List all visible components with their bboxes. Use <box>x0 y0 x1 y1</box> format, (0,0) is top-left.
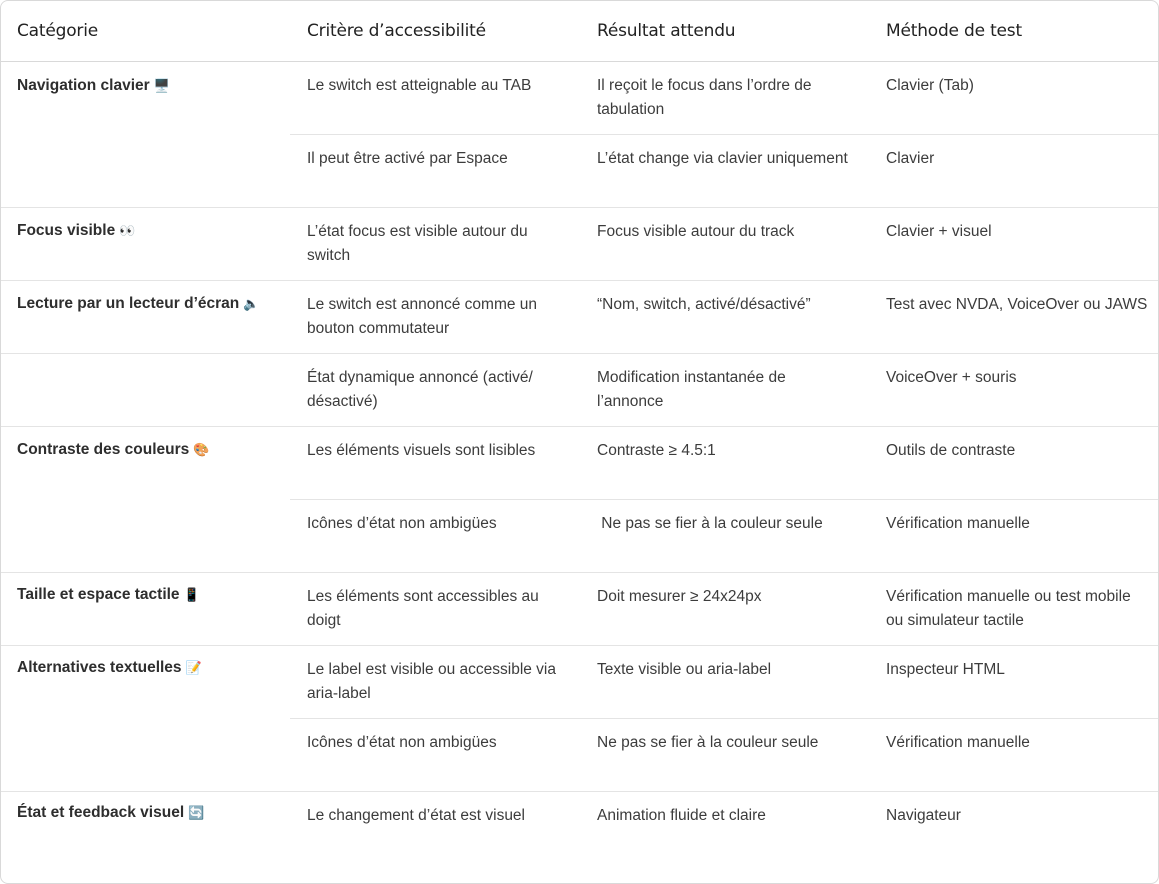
expected-result-cell: Contraste ≥ 4.5:1 <box>597 442 716 459</box>
eyes-icon: 👀 <box>119 224 136 239</box>
mobile-phone-icon: 📱 <box>183 588 200 603</box>
test-method-cell: Clavier (Tab) <box>886 77 974 94</box>
criterion-cell: Icônes d’état non ambigües <box>307 734 497 751</box>
test-method-cell: Vérification manuelle <box>886 515 1030 532</box>
expected-result-cell: L’état change via clavier uniquement <box>597 150 848 167</box>
row-divider <box>1 353 1158 354</box>
expected-result-cell: Doit mesurer ≥ 24x24px <box>597 588 762 605</box>
row-divider <box>290 134 1158 135</box>
test-method-cell: Outils de contraste <box>886 442 1016 459</box>
desktop-computer-icon: 🖥️ <box>153 79 170 94</box>
test-method-cell: Vérification manuelle <box>886 734 1030 751</box>
category-etat-feedback-visuel: État et feedback visuel 🔄 <box>17 801 204 826</box>
criterion-cell: L’état focus est visible autour du switc… <box>307 223 528 264</box>
criterion-cell: Le switch est atteignable au TAB <box>307 77 532 94</box>
column-header-category: Catégorie <box>17 21 98 41</box>
category-focus-visible: Focus visible 👀 <box>17 219 135 244</box>
memo-icon: 📝 <box>185 661 202 676</box>
test-method-cell: VoiceOver + souris <box>886 369 1017 386</box>
category-label: Focus visible <box>17 222 116 239</box>
expected-result-cell: Il reçoit le focus dans l’ordre de tabul… <box>597 77 812 118</box>
criterion-cell: Le switch est annoncé comme un bouton co… <box>307 296 538 337</box>
category-alternatives-textuelles: Alternatives textuelles 📝 <box>17 656 202 681</box>
accessibility-test-table: Catégorie Critère d’accessibilité Résult… <box>0 0 1159 884</box>
category-label: Contraste des couleurs <box>17 441 190 458</box>
criterion-cell: Les éléments sont accessibles au doigt <box>307 588 539 629</box>
criterion-cell: État dynamique annoncé (activé/ désactiv… <box>307 369 533 410</box>
row-divider <box>1 426 1158 427</box>
speaker-icon: 🔈 <box>243 297 260 312</box>
row-divider <box>1 280 1158 281</box>
expected-result-cell: “Nom, switch, activé/désactivé” <box>597 296 811 313</box>
category-label: Taille et espace tactile <box>17 586 180 603</box>
expected-result-cell: Ne pas se fier à la couleur seule <box>597 515 823 532</box>
category-taille-espace-tactile: Taille et espace tactile 📱 <box>17 583 200 608</box>
expected-result-cell: Focus visible autour du track <box>597 223 795 240</box>
criterion-cell: Il peut être activé par Espace <box>307 150 508 167</box>
category-lecteur-ecran: Lecture par un lecteur d’écran 🔈 <box>17 292 259 317</box>
row-divider <box>1 207 1158 208</box>
expected-result-cell: Ne pas se fier à la couleur seule <box>597 734 819 751</box>
row-divider <box>290 499 1158 500</box>
category-label: Navigation clavier <box>17 77 150 94</box>
category-label: Lecture par un lecteur d’écran <box>17 295 240 312</box>
criterion-cell: Le changement d’état est visuel <box>307 807 525 824</box>
criterion-cell: Le label est visible ou accessible via a… <box>307 661 556 702</box>
criterion-cell: Les éléments visuels sont lisibles <box>307 442 536 459</box>
row-divider <box>1 791 1158 792</box>
column-header-expected-result: Résultat attendu <box>597 21 736 41</box>
row-divider <box>1 572 1158 573</box>
test-method-cell: Navigateur <box>886 807 961 824</box>
refresh-icon: 🔄 <box>188 806 205 821</box>
column-header-test-method: Méthode de test <box>886 21 1022 41</box>
row-divider <box>290 718 1158 719</box>
category-contraste-couleurs: Contraste des couleurs 🎨 <box>17 438 209 463</box>
expected-result-cell: Texte visible ou aria-label <box>597 661 772 678</box>
table-header: Catégorie Critère d’accessibilité Résult… <box>1 1 1158 62</box>
category-navigation-clavier: Navigation clavier 🖥️ <box>17 74 170 99</box>
expected-result-cell: Modification instantanée de l’annonce <box>597 369 786 410</box>
test-method-cell: Inspecteur HTML <box>886 661 1005 678</box>
test-method-cell: Test avec NVDA, VoiceOver ou JAWS <box>886 296 1148 313</box>
row-divider <box>1 645 1158 646</box>
test-method-cell: Clavier + visuel <box>886 223 992 240</box>
palette-icon: 🎨 <box>193 443 210 458</box>
test-method-cell: Clavier <box>886 150 935 167</box>
criterion-cell: Icônes d’état non ambigües <box>307 515 497 532</box>
category-label: État et feedback visuel <box>17 804 185 821</box>
test-method-cell: Vérification manuelle ou test mobile ou … <box>886 588 1131 629</box>
expected-result-cell: Animation fluide et claire <box>597 807 766 824</box>
category-label: Alternatives textuelles <box>17 659 182 676</box>
column-header-criterion: Critère d’accessibilité <box>307 21 486 41</box>
